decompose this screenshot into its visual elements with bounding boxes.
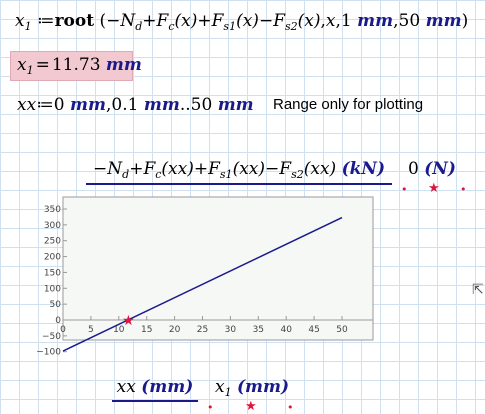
x-tick-label: 25 (197, 325, 208, 335)
trace-marker-dot-right-x: • (287, 401, 294, 414)
x-tick-label: 15 (141, 325, 152, 335)
x-tick-label: 0 (60, 325, 66, 335)
y-tick-label: 200 (44, 253, 61, 263)
y-tick-label: 0 (55, 316, 61, 326)
plot-x-expression[interactable]: xx (mm) (112, 376, 198, 398)
y-tick-label: 350 (44, 205, 61, 215)
x-expression-underline (112, 400, 198, 402)
x-tick-label: 20 (169, 325, 181, 335)
trace-marker-dot-left-x: • (207, 401, 214, 414)
x-tick-label: 40 (280, 325, 292, 335)
y-tick-label: 250 (44, 237, 61, 247)
plot-svg[interactable]: 0 5 10 15 20 25 30 35 40 45 5035030025020015010050… (0, 0, 485, 414)
root-star-point: ★ (122, 313, 135, 329)
y-tick-label: 300 (44, 221, 61, 231)
x-tick-label: 45 (308, 325, 319, 335)
x-tick-label: 5 (88, 325, 94, 335)
y-tick-label: −100 (36, 348, 61, 358)
plot-area[interactable] (62, 196, 374, 341)
x-tick-label: 30 (225, 325, 237, 335)
y-tick-label: 50 (50, 300, 62, 310)
x-tick-label: 35 (253, 325, 264, 335)
y-tick-label: 150 (44, 268, 61, 278)
x-tick-label: 50 (336, 325, 348, 335)
y-tick-label: 100 (44, 284, 61, 294)
trace-marker-star-x: ★ (245, 399, 257, 414)
y-tick-label: −50 (42, 332, 61, 342)
mouse-cursor-icon: ⇱ (472, 282, 484, 298)
